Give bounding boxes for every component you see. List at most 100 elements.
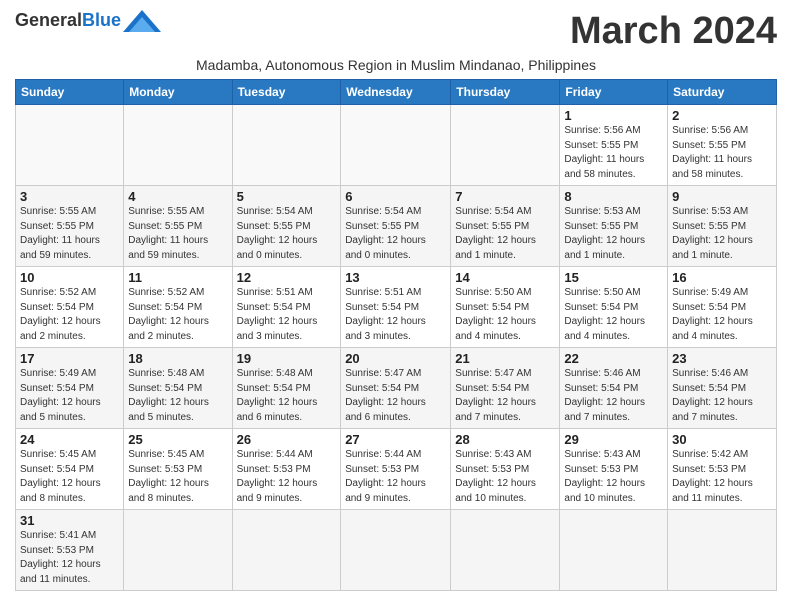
day-number: 13 [345,270,446,285]
calendar-week-row: 17Sunrise: 5:49 AM Sunset: 5:54 PM Dayli… [16,348,777,429]
calendar-cell: 12Sunrise: 5:51 AM Sunset: 5:54 PM Dayli… [232,267,341,348]
calendar-cell: 23Sunrise: 5:46 AM Sunset: 5:54 PM Dayli… [668,348,777,429]
day-number: 3 [20,189,119,204]
day-number: 1 [564,108,663,123]
day-info: Sunrise: 5:56 AM Sunset: 5:55 PM Dayligh… [672,124,772,182]
day-number: 9 [672,189,772,204]
day-number: 22 [564,351,663,366]
calendar-cell: 1Sunrise: 5:56 AM Sunset: 5:55 PM Daylig… [560,105,668,186]
day-number: 17 [20,351,119,366]
day-number: 12 [237,270,337,285]
day-number: 16 [672,270,772,285]
day-info: Sunrise: 5:43 AM Sunset: 5:53 PM Dayligh… [564,448,663,506]
calendar-cell: 31Sunrise: 5:41 AM Sunset: 5:53 PM Dayli… [16,510,124,591]
calendar-cell: 29Sunrise: 5:43 AM Sunset: 5:53 PM Dayli… [560,429,668,510]
month-title: March 2024 [570,10,777,53]
day-number: 8 [564,189,663,204]
day-number: 20 [345,351,446,366]
calendar-week-row: 24Sunrise: 5:45 AM Sunset: 5:54 PM Dayli… [16,429,777,510]
calendar-week-row: 10Sunrise: 5:52 AM Sunset: 5:54 PM Dayli… [16,267,777,348]
day-number: 14 [455,270,555,285]
day-info: Sunrise: 5:47 AM Sunset: 5:54 PM Dayligh… [345,367,446,425]
day-number: 6 [345,189,446,204]
day-info: Sunrise: 5:41 AM Sunset: 5:53 PM Dayligh… [20,529,119,587]
day-info: Sunrise: 5:50 AM Sunset: 5:54 PM Dayligh… [564,286,663,344]
day-info: Sunrise: 5:53 AM Sunset: 5:55 PM Dayligh… [672,205,772,263]
day-info: Sunrise: 5:46 AM Sunset: 5:54 PM Dayligh… [564,367,663,425]
day-info: Sunrise: 5:52 AM Sunset: 5:54 PM Dayligh… [20,286,119,344]
day-info: Sunrise: 5:43 AM Sunset: 5:53 PM Dayligh… [455,448,555,506]
day-number: 5 [237,189,337,204]
day-info: Sunrise: 5:54 AM Sunset: 5:55 PM Dayligh… [455,205,555,263]
day-number: 30 [672,432,772,447]
calendar-cell: 3Sunrise: 5:55 AM Sunset: 5:55 PM Daylig… [16,186,124,267]
calendar-cell: 27Sunrise: 5:44 AM Sunset: 5:53 PM Dayli… [341,429,451,510]
day-number: 26 [237,432,337,447]
day-info: Sunrise: 5:55 AM Sunset: 5:55 PM Dayligh… [20,205,119,263]
calendar-cell [232,105,341,186]
day-info: Sunrise: 5:47 AM Sunset: 5:54 PM Dayligh… [455,367,555,425]
calendar-cell: 21Sunrise: 5:47 AM Sunset: 5:54 PM Dayli… [451,348,560,429]
logo-area: GeneralBlue [15,10,161,32]
calendar-cell [124,510,232,591]
calendar-cell [16,105,124,186]
day-info: Sunrise: 5:54 AM Sunset: 5:55 PM Dayligh… [237,205,337,263]
day-info: Sunrise: 5:49 AM Sunset: 5:54 PM Dayligh… [672,286,772,344]
calendar-cell [668,510,777,591]
calendar-cell: 16Sunrise: 5:49 AM Sunset: 5:54 PM Dayli… [668,267,777,348]
calendar-cell: 24Sunrise: 5:45 AM Sunset: 5:54 PM Dayli… [16,429,124,510]
day-number: 18 [128,351,227,366]
day-info: Sunrise: 5:46 AM Sunset: 5:54 PM Dayligh… [672,367,772,425]
day-info: Sunrise: 5:52 AM Sunset: 5:54 PM Dayligh… [128,286,227,344]
day-number: 4 [128,189,227,204]
weekday-header-monday: Monday [124,80,232,105]
weekday-header-saturday: Saturday [668,80,777,105]
day-number: 15 [564,270,663,285]
weekday-header-wednesday: Wednesday [341,80,451,105]
day-info: Sunrise: 5:53 AM Sunset: 5:55 PM Dayligh… [564,205,663,263]
day-info: Sunrise: 5:50 AM Sunset: 5:54 PM Dayligh… [455,286,555,344]
weekday-header-tuesday: Tuesday [232,80,341,105]
calendar-cell: 26Sunrise: 5:44 AM Sunset: 5:53 PM Dayli… [232,429,341,510]
calendar-cell: 13Sunrise: 5:51 AM Sunset: 5:54 PM Dayli… [341,267,451,348]
calendar-cell [560,510,668,591]
calendar-cell [451,105,560,186]
calendar-cell: 2Sunrise: 5:56 AM Sunset: 5:55 PM Daylig… [668,105,777,186]
day-number: 27 [345,432,446,447]
day-number: 31 [20,513,119,528]
calendar-cell: 28Sunrise: 5:43 AM Sunset: 5:53 PM Dayli… [451,429,560,510]
day-info: Sunrise: 5:44 AM Sunset: 5:53 PM Dayligh… [345,448,446,506]
logo-general: General [15,10,82,30]
day-info: Sunrise: 5:51 AM Sunset: 5:54 PM Dayligh… [237,286,337,344]
day-number: 25 [128,432,227,447]
day-info: Sunrise: 5:56 AM Sunset: 5:55 PM Dayligh… [564,124,663,182]
day-info: Sunrise: 5:45 AM Sunset: 5:53 PM Dayligh… [128,448,227,506]
day-info: Sunrise: 5:48 AM Sunset: 5:54 PM Dayligh… [128,367,227,425]
day-info: Sunrise: 5:48 AM Sunset: 5:54 PM Dayligh… [237,367,337,425]
weekday-header-row: SundayMondayTuesdayWednesdayThursdayFrid… [16,80,777,105]
day-number: 21 [455,351,555,366]
calendar-table: SundayMondayTuesdayWednesdayThursdayFrid… [15,79,777,591]
logo-blue: Blue [82,10,121,30]
calendar-cell: 7Sunrise: 5:54 AM Sunset: 5:55 PM Daylig… [451,186,560,267]
calendar-week-row: 31Sunrise: 5:41 AM Sunset: 5:53 PM Dayli… [16,510,777,591]
calendar-cell: 18Sunrise: 5:48 AM Sunset: 5:54 PM Dayli… [124,348,232,429]
calendar-cell: 19Sunrise: 5:48 AM Sunset: 5:54 PM Dayli… [232,348,341,429]
calendar-cell: 4Sunrise: 5:55 AM Sunset: 5:55 PM Daylig… [124,186,232,267]
calendar-cell [124,105,232,186]
calendar-cell [341,510,451,591]
day-number: 24 [20,432,119,447]
day-info: Sunrise: 5:51 AM Sunset: 5:54 PM Dayligh… [345,286,446,344]
day-info: Sunrise: 5:54 AM Sunset: 5:55 PM Dayligh… [345,205,446,263]
calendar-cell [451,510,560,591]
logo-text: GeneralBlue [15,11,121,31]
day-number: 2 [672,108,772,123]
weekday-header-sunday: Sunday [16,80,124,105]
day-info: Sunrise: 5:49 AM Sunset: 5:54 PM Dayligh… [20,367,119,425]
day-number: 28 [455,432,555,447]
day-info: Sunrise: 5:55 AM Sunset: 5:55 PM Dayligh… [128,205,227,263]
day-info: Sunrise: 5:45 AM Sunset: 5:54 PM Dayligh… [20,448,119,506]
day-number: 19 [237,351,337,366]
calendar-week-row: 1Sunrise: 5:56 AM Sunset: 5:55 PM Daylig… [16,105,777,186]
subtitle: Madamba, Autonomous Region in Muslim Min… [15,57,777,73]
